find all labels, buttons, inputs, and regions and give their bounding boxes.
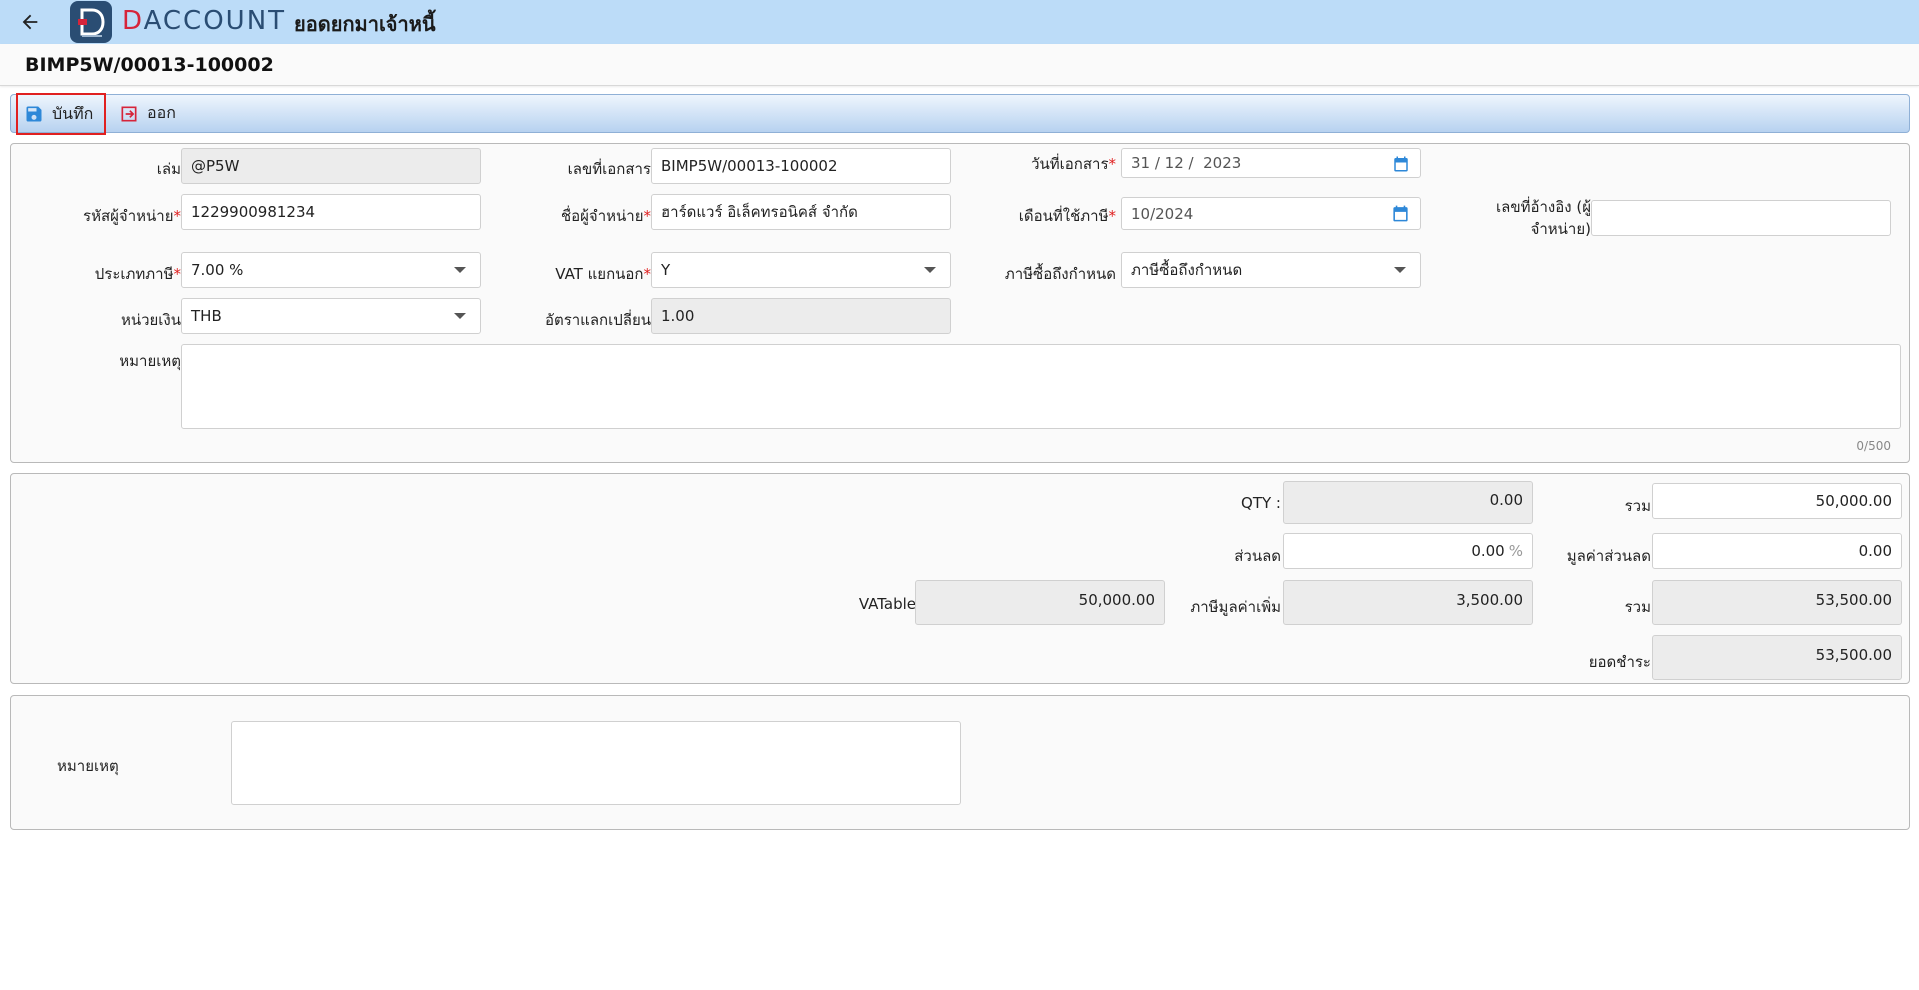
totals-panel: QTY : 0.00 รวม 50,000.00 ส่วนลด 0.00% มู…	[10, 473, 1910, 684]
toolbar: บันทึก ออก	[10, 93, 1910, 135]
percent-symbol: %	[1508, 542, 1523, 560]
discount-value: 0.00	[1471, 542, 1505, 560]
document-header: BIMP5W/00013-100002	[0, 44, 1919, 86]
exchange-rate-field: 1.00	[651, 298, 951, 334]
chevron-down-icon	[454, 267, 466, 273]
save-button[interactable]: บันทึก	[16, 93, 106, 135]
page-title: ยอดยกมาเจ้าหนี้	[294, 12, 436, 36]
grand-total-field: 53,500.00	[1652, 580, 1902, 625]
back-arrow-icon[interactable]	[16, 8, 44, 36]
purchase-tax-label: ภาษีซื้อถึงกำหนด	[1004, 265, 1116, 283]
vendor-code-field[interactable]: 1229900981234	[181, 194, 481, 230]
tax-type-select[interactable]: 7.00 %	[181, 252, 481, 288]
remark-textarea[interactable]	[181, 344, 1901, 429]
doc-date-label: วันที่เอกสาร*	[1031, 155, 1116, 173]
discount-field[interactable]: 0.00%	[1283, 533, 1533, 569]
footer-remark-panel: หมายเหตุ	[10, 695, 1910, 830]
vatable-label: VATable	[858, 595, 916, 613]
vat-separate-label: VAT แยกนอก*	[555, 265, 651, 283]
exit-button[interactable]: ออก	[119, 95, 176, 132]
vendor-name-label: ชื่อผู้จำหน่าย*	[560, 207, 651, 225]
book-field: @P5W	[181, 148, 481, 184]
currency-label: หน่วยเงิน	[120, 311, 181, 329]
vendor-code-label: รหัสผู้จำหน่าย*	[83, 207, 181, 225]
exit-button-label: ออก	[147, 103, 176, 122]
footer-remark-label: หมายเหตุ	[57, 757, 119, 775]
document-number: BIMP5W/00013-100002	[25, 54, 274, 76]
doc-number-label: เลขที่เอกสาร	[567, 160, 651, 178]
book-label: เล่ม	[156, 160, 181, 178]
tax-month-field[interactable]: 10/2024	[1121, 197, 1421, 230]
payable-label: ยอดชำระ	[1588, 653, 1651, 671]
tax-month-value: 10/2024	[1131, 204, 1194, 223]
purchase-tax-select[interactable]: ภาษีซื้อถึงกำหนด	[1121, 252, 1421, 288]
qty-field: 0.00	[1283, 481, 1533, 524]
remark-label: หมายเหตุ	[119, 352, 181, 370]
vendor-name-field[interactable]: ฮาร์ดแวร์ อิเล็คทรอนิคส์ จำกัด	[651, 194, 951, 230]
tax-type-label: ประเภทภาษี*	[94, 265, 181, 283]
doc-date-value: 31 / 12 / 2023	[1131, 154, 1242, 172]
remark-character-counter: 0/500	[1856, 439, 1891, 453]
app-logo-text: DACCOUNT	[122, 6, 287, 36]
reference-number-field[interactable]	[1591, 200, 1891, 236]
doc-number-field[interactable]: BIMP5W/00013-100002	[651, 148, 951, 184]
vat-separate-value: Y	[661, 261, 671, 279]
save-button-label: บันทึก	[52, 103, 94, 123]
document-form-panel: เล่ม @P5W เลขที่เอกสาร BIMP5W/00013-1000…	[10, 143, 1910, 463]
purchase-tax-value: ภาษีซื้อถึงกำหนด	[1131, 261, 1243, 279]
discount-amount-field[interactable]: 0.00	[1652, 533, 1902, 569]
reference-number-label: เลขที่อ้างอิง (ผู้ จำหน่าย)	[1496, 198, 1591, 238]
app-logo-icon	[70, 1, 112, 43]
calendar-icon[interactable]	[1392, 155, 1410, 173]
exchange-rate-label: อัตราแลกเปลี่ยน	[544, 311, 651, 329]
discount-label: ส่วนลด	[1234, 547, 1281, 565]
chevron-down-icon	[1394, 267, 1406, 273]
total-field: 50,000.00	[1652, 483, 1902, 519]
total-label: รวม	[1624, 497, 1651, 515]
vat-separate-select[interactable]: Y	[651, 252, 951, 288]
qty-label: QTY :	[1241, 494, 1281, 512]
tax-month-label: เดือนที่ใช้ภาษี*	[1018, 207, 1116, 225]
chevron-down-icon	[924, 267, 936, 273]
discount-amount-label: มูลค่าส่วนลด	[1566, 547, 1651, 565]
tax-type-value: 7.00 %	[191, 261, 244, 279]
currency-value: THB	[191, 307, 222, 325]
vat-label: ภาษีมูลค่าเพิ่ม	[1190, 598, 1281, 616]
vat-field: 3,500.00	[1283, 580, 1533, 625]
grand-total-label: รวม	[1624, 598, 1651, 616]
payable-field: 53,500.00	[1652, 635, 1902, 680]
save-icon	[26, 106, 42, 122]
footer-remark-textarea[interactable]	[231, 721, 961, 805]
exit-icon	[121, 106, 137, 121]
vatable-field: 50,000.00	[915, 580, 1165, 625]
currency-select[interactable]: THB	[181, 298, 481, 334]
doc-date-field[interactable]: 31 / 12 / 2023	[1121, 148, 1421, 178]
app-bar: DACCOUNT ยอดยกมาเจ้าหนี้	[0, 0, 1919, 44]
chevron-down-icon	[454, 313, 466, 319]
calendar-icon[interactable]	[1391, 204, 1410, 223]
